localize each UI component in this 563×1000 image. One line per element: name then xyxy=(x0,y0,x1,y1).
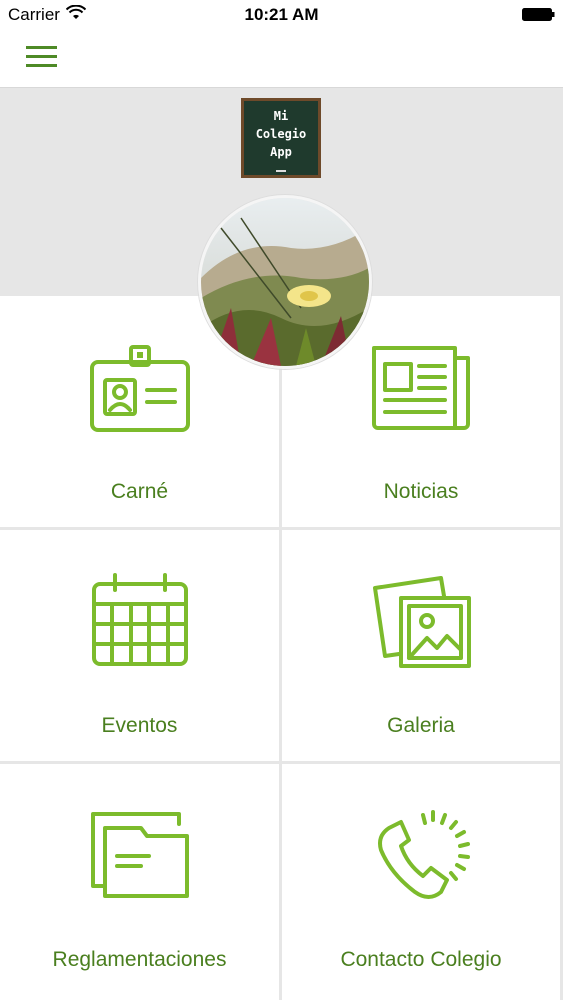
hamburger-menu-button[interactable] xyxy=(22,42,62,72)
newspaper-icon xyxy=(372,346,470,430)
id-card-icon xyxy=(90,345,190,432)
nav-bar xyxy=(0,30,563,88)
folder-icon xyxy=(91,812,189,898)
calendar-icon xyxy=(92,573,188,666)
menu-item-contacto-colegio[interactable]: Contacto Colegio xyxy=(282,764,560,1000)
clock: 10:21 AM xyxy=(244,5,319,24)
logo-line-2: Colegio xyxy=(256,127,307,141)
menu-label-galeria: Galeria xyxy=(387,714,455,737)
status-bar: Carrier 10:21 AM xyxy=(0,0,563,30)
battery-icon xyxy=(522,8,555,21)
menu-label-noticias: Noticias xyxy=(383,480,459,503)
menu-label-reglamentaciones: Reglamentaciones xyxy=(52,948,227,971)
menu-item-reglamentaciones[interactable]: Reglamentaciones xyxy=(0,764,279,1000)
logo-line-1: Mi xyxy=(274,109,288,123)
phone-icon xyxy=(378,810,470,899)
menu-label-contacto-colegio: Contacto Colegio xyxy=(340,948,502,971)
profile-photo xyxy=(198,195,372,369)
menu-item-eventos[interactable]: Eventos xyxy=(0,530,279,761)
menu-grid: Carné Noticias Eventos Galeria Reglament… xyxy=(0,296,563,1000)
app-logo: Mi Colegio App xyxy=(241,98,321,178)
logo-line-3: App xyxy=(270,145,292,159)
menu-label-eventos: Eventos xyxy=(101,714,178,737)
menu-item-galeria[interactable]: Galeria xyxy=(282,530,560,761)
photo-gallery-icon xyxy=(373,576,471,668)
menu-label-carne: Carné xyxy=(110,480,169,503)
